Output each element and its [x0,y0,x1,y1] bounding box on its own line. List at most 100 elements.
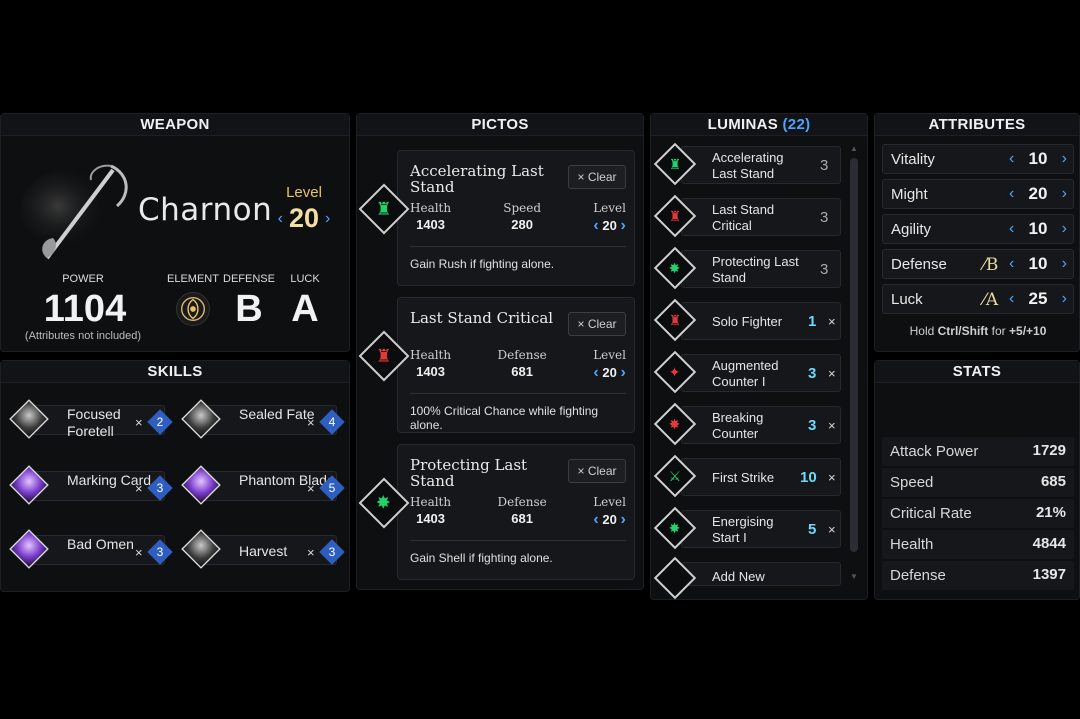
skills-panel: SKILLS Focused Foretell × 2 Sealed Fate … [0,360,350,592]
picto-card[interactable]: ♜ Last Stand Critical × Clear Health 1403… [358,297,635,433]
skill-slot[interactable]: Sealed Fate × 4 [179,399,345,439]
lumina-name: First Strike [712,470,775,485]
remove-skill-icon[interactable]: × [135,545,143,560]
remove-lumina-icon[interactable]: × [828,314,836,329]
attribute-increase-icon[interactable]: › [1062,255,1067,273]
attribute-increase-icon[interactable]: › [1062,150,1067,168]
add-new-lumina-button[interactable]: Add New [653,556,841,600]
power-label: POWER [62,273,104,285]
picto-protecting-last-stand-icon: ✸ [358,477,410,529]
remove-skill-icon[interactable]: × [135,481,143,496]
lumina-slot[interactable]: ⚔ First Strike 10 × [653,454,841,498]
weapon-level-decrease-icon[interactable]: ‹ [278,210,283,228]
remove-skill-icon[interactable]: × [135,415,143,430]
weapon-title: WEAPON [1,114,349,136]
luck-label: LUCK [290,273,320,285]
lumina-name: Augmented Counter I [712,358,779,389]
lumina-energising-start-icon: ✸ [653,506,697,550]
stat-name: Health [890,536,934,553]
lumina-slot[interactable]: ✦ Augmented Counter I 3 × [653,350,841,394]
picto-level-increase-icon[interactable]: › [620,217,625,234]
attribute-name: Defense [891,256,947,273]
attribute-increase-icon[interactable]: › [1062,185,1067,203]
picto-level-label: Level [593,495,626,509]
attribute-decrease-icon[interactable]: ‹ [1009,220,1014,238]
picto-card[interactable]: ♜ Accelerating Last Stand × Clear Health… [358,150,635,286]
attribute-value: 10 [1028,219,1048,238]
clear-label: Clear [587,170,617,184]
picto-level-decrease-icon[interactable]: ‹ [593,511,598,528]
remove-lumina-icon[interactable]: × [828,522,836,537]
lumina-name: Protecting Last Stand [712,254,799,285]
lumina-name: Breaking Counter [712,410,764,441]
attribute-decrease-icon[interactable]: ‹ [1009,255,1014,273]
lumina-slot[interactable]: ✸ Energising Start I 5 × [653,506,841,550]
picto-clear-button[interactable]: × Clear [568,312,626,336]
remove-lumina-icon[interactable]: × [828,470,836,485]
picto-level-increase-icon[interactable]: › [620,364,625,381]
lumina-cost: 10 [800,469,817,486]
lumina-slot[interactable]: ♜ Last Stand Critical 3 [653,194,841,238]
picto-level-decrease-icon[interactable]: ‹ [593,364,598,381]
lumina-slot[interactable]: ✸ Protecting Last Stand 3 [653,246,841,290]
scythe-icon [21,164,128,260]
remove-lumina-icon[interactable]: × [828,366,836,381]
lumina-last-stand-critical-icon: ♜ [653,194,697,238]
stat-row-speed: Speed 685 [882,468,1074,497]
scroll-down-icon[interactable]: ▼ [850,572,858,581]
remove-skill-icon[interactable]: × [307,481,315,496]
stats-panel: STATS Attack Power 1729 Speed 685 Critic… [874,360,1080,600]
lumina-slot[interactable]: ♜ Solo Fighter 1 × [653,298,841,342]
luminas-scrollbar[interactable]: ▲ ▼ [850,144,858,584]
lumina-solo-fighter-icon: ♜ [653,298,697,342]
skill-slot[interactable]: Bad Omen × 3 [7,529,173,569]
stat-name: Defense [890,567,946,584]
attribute-decrease-icon[interactable]: ‹ [1009,290,1014,308]
picto-level-value: 20 [602,218,617,233]
attribute-decrease-icon[interactable]: ‹ [1009,185,1014,203]
pictos-panel: PICTOS ♜ Accelerating Last Stand × Clear… [356,113,644,590]
picto-clear-button[interactable]: × Clear [568,165,626,189]
skill-name: Sealed Fate [239,406,315,422]
divider [410,540,626,541]
remove-skill-icon[interactable]: × [307,545,315,560]
element-label: ELEMENT [167,273,219,285]
attribute-increase-icon[interactable]: › [1062,290,1067,308]
clear-label: Clear [587,317,617,331]
stats-title: STATS [875,361,1079,383]
scroll-up-icon[interactable]: ▲ [850,144,858,153]
picto-description: Gain Rush if fighting alone. [410,257,555,271]
luminas-title: LUMINAS (22) [651,114,867,136]
remove-lumina-icon[interactable]: × [828,418,836,433]
lumina-slot[interactable]: ✸ Breaking Counter 3 × [653,402,841,446]
picto-clear-button[interactable]: × Clear [568,459,626,483]
close-icon: × [577,170,585,184]
picto-stat-value: 1403 [416,511,446,526]
remove-skill-icon[interactable]: × [307,415,315,430]
skill-name: Harvest [239,543,288,559]
skill-slot[interactable]: Harvest × 3 [179,529,345,569]
picto-level-increase-icon[interactable]: › [620,511,625,528]
skill-slot[interactable]: Phantom Blade × 5 [179,465,345,505]
stat-row-health: Health 4844 [882,530,1074,559]
lumina-slot[interactable]: ♜ Accelerating Last Stand 3 [653,142,841,186]
skill-slot[interactable]: Focused Foretell × 2 [7,399,173,439]
weapon-level-increase-icon[interactable]: › [325,210,330,228]
element-void-icon [176,292,210,326]
skill-slot[interactable]: Marking Card × 3 [7,465,173,505]
picto-stat-value: 681 [511,511,533,526]
luck-grade: A [291,288,319,330]
picto-stat-label: Health [410,201,452,215]
picto-level-decrease-icon[interactable]: ‹ [593,217,598,234]
skill-cost-badge: 3 [147,539,173,565]
divider [410,393,626,394]
picto-stat-label: Health [410,348,452,362]
close-icon: × [577,317,585,331]
picto-card[interactable]: ✸ Protecting Last Stand × Clear Health 14… [358,444,635,580]
lumina-name: Solo Fighter [712,314,783,329]
power-note: (Attributes not included) [24,330,142,342]
attribute-increase-icon[interactable]: › [1062,220,1067,238]
attribute-decrease-icon[interactable]: ‹ [1009,150,1014,168]
scroll-thumb[interactable] [850,158,858,552]
lumina-first-strike-icon: ⚔ [653,454,697,498]
